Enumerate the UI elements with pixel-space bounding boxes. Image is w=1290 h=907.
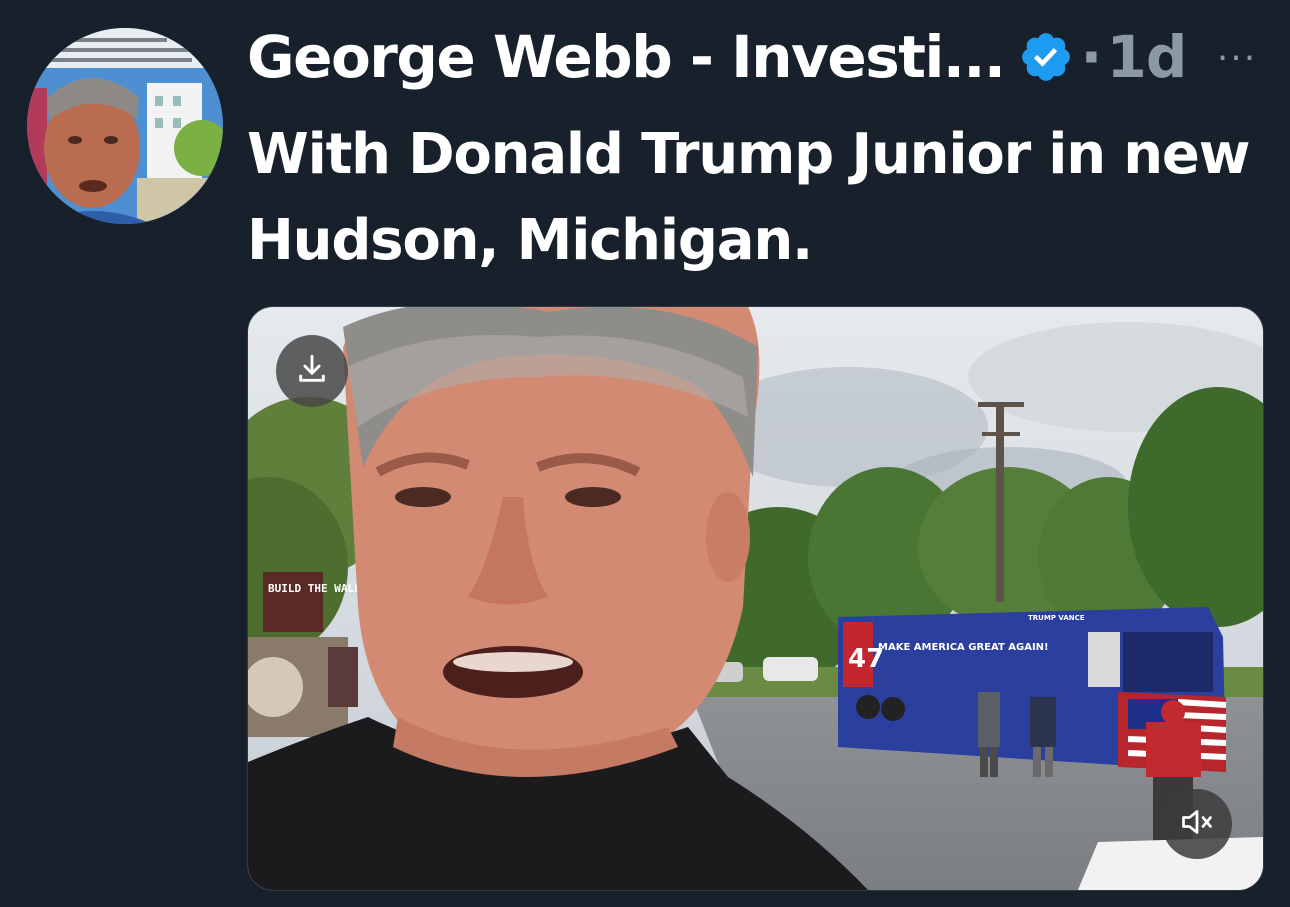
bus-logo: TRUMP VANCE bbox=[1028, 614, 1085, 622]
more-horizontal-icon[interactable]: ··· bbox=[1212, 38, 1262, 79]
tweet-text: With Donald Trump Junior in new Hudson, … bbox=[247, 122, 1250, 273]
verified-badge-icon[interactable] bbox=[1018, 29, 1074, 85]
author-name[interactable]: George Webb - Investi... bbox=[247, 23, 1006, 91]
download-button[interactable] bbox=[276, 335, 348, 407]
download-icon bbox=[295, 352, 329, 390]
sign-text: BUILD THE WALL bbox=[268, 582, 361, 595]
tweet-header: George Webb - Investi... · 1d bbox=[247, 22, 1187, 92]
tweet-timestamp[interactable]: 1d bbox=[1106, 23, 1187, 91]
speaker-muted-icon bbox=[1179, 804, 1215, 844]
author-avatar[interactable] bbox=[27, 28, 223, 224]
header-separator: · bbox=[1080, 23, 1103, 91]
tweet-video[interactable]: 47 MAKE AMERICA GREAT AGAIN! TRUMP VANCE… bbox=[247, 306, 1264, 891]
mute-button[interactable] bbox=[1162, 789, 1232, 859]
bus-slogan: MAKE AMERICA GREAT AGAIN! bbox=[878, 642, 1049, 653]
